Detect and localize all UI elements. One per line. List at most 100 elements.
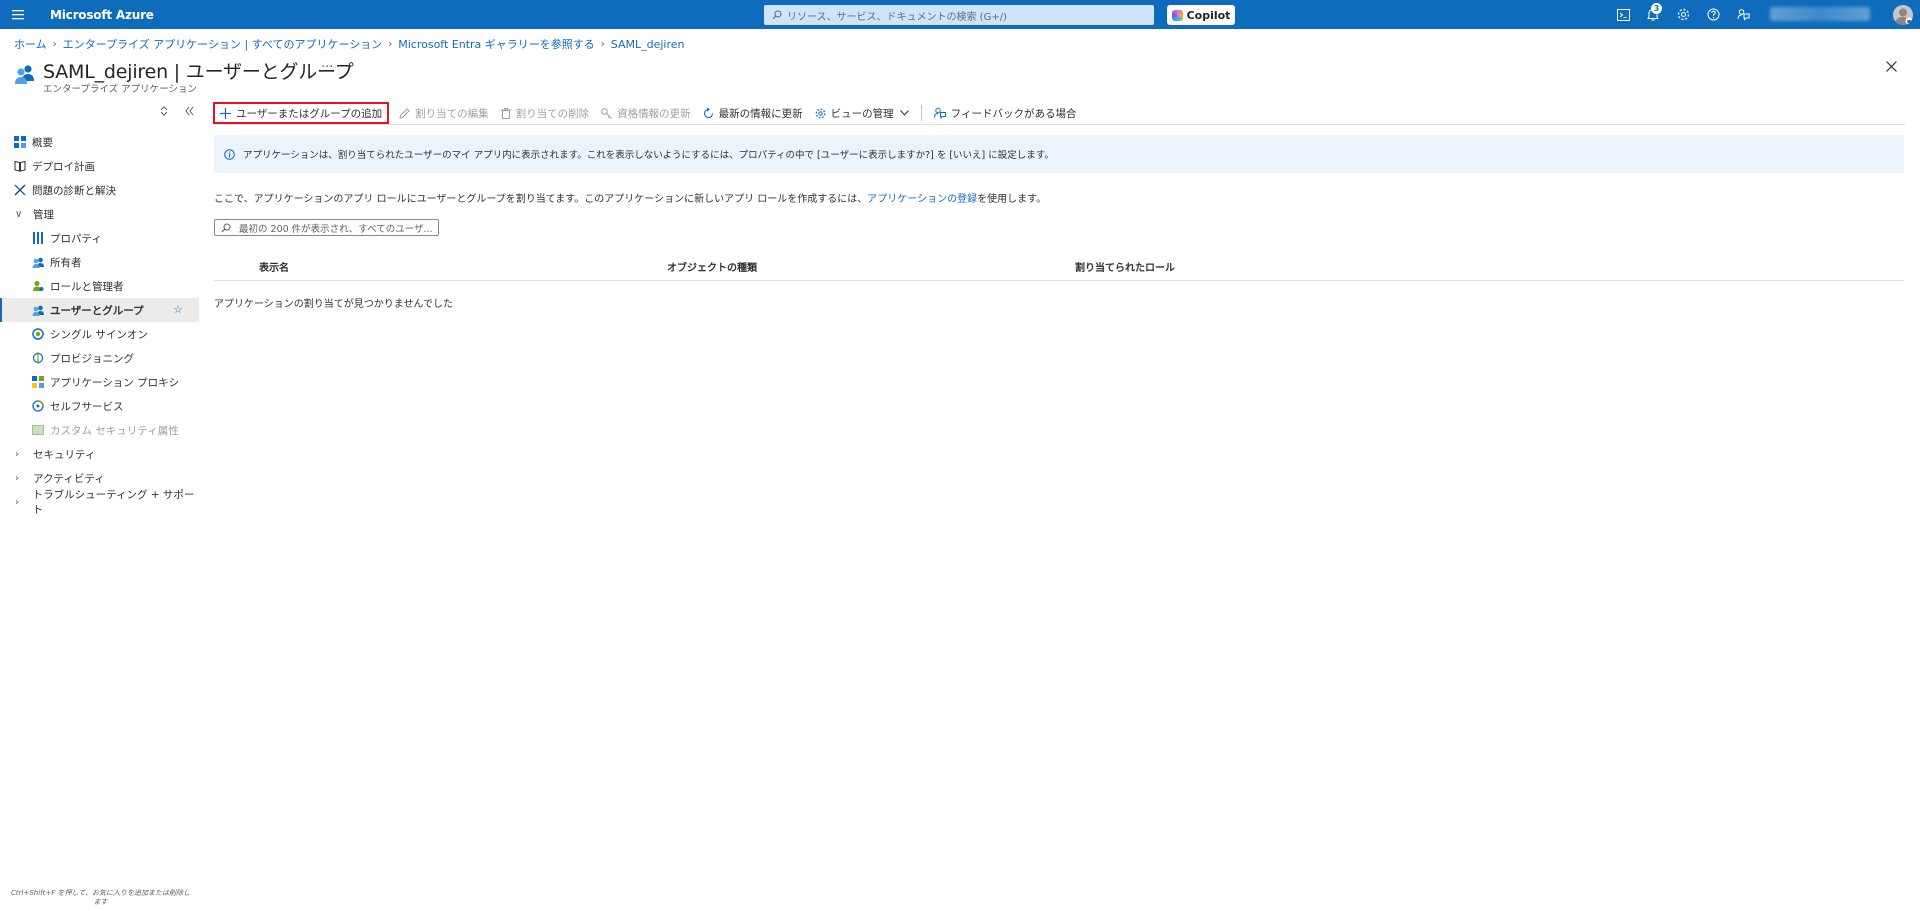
sidebar-item-owners[interactable]: 所有者	[0, 250, 199, 274]
breadcrumb-enterprise-apps[interactable]: エンタープライズ アプリケーション | すべてのアプリケーション	[63, 36, 383, 52]
sidebar-item-sso[interactable]: シングル サインオン	[0, 322, 199, 346]
sidebar-item-label: セルフサービス	[50, 400, 124, 413]
sidebar-item-label: 管理	[33, 208, 54, 221]
copilot-icon	[1171, 9, 1183, 21]
avatar[interactable]	[1893, 5, 1913, 25]
more-options-button[interactable]: ···	[321, 60, 333, 75]
edit-assignment-label: 割り当ての編集	[415, 107, 489, 120]
chevron-right-icon: ›	[52, 38, 57, 50]
properties-icon	[31, 231, 45, 245]
sidebar-item-app-proxy[interactable]: アプリケーション プロキシ	[0, 370, 199, 394]
info-icon	[224, 148, 235, 160]
search-icon	[221, 223, 231, 233]
menu-icon[interactable]	[0, 0, 36, 29]
page-title: SAML_dejiren | ユーザーとグループ	[43, 61, 354, 83]
app-proxy-icon	[31, 375, 45, 389]
key-icon	[601, 107, 613, 119]
update-credentials-button[interactable]: 資格情報の更新	[595, 102, 697, 124]
sidebar-item-self-service[interactable]: セルフサービス	[0, 394, 199, 418]
sidebar-item-properties[interactable]: プロパティ	[0, 226, 199, 250]
favorite-star-icon[interactable]: ☆	[173, 303, 183, 316]
sidebar-item-label: アクティビティ	[33, 472, 105, 485]
sidebar-item-overview[interactable]: 概要	[0, 130, 199, 154]
search-icon	[772, 10, 782, 20]
chevron-right-icon: ›	[15, 448, 19, 460]
remove-assignment-label: 割り当ての削除	[515, 107, 590, 120]
top-bar: Microsoft Azure リソース、サービス、ドキュメントの検索 (G+/…	[0, 0, 1920, 29]
brand-link[interactable]: Microsoft Azure	[50, 8, 154, 22]
cloud-shell-icon[interactable]	[1608, 0, 1638, 29]
chevron-right-icon: ›	[600, 38, 605, 50]
sidebar-item-label: シングル サインオン	[50, 328, 148, 341]
user-filter-input[interactable]: 最初の 200 件が表示され、すべてのユーザ...	[214, 219, 439, 236]
sidebar-item-users-groups[interactable]: ユーザーとグループ ☆	[0, 298, 199, 322]
sidebar-item-roles-admins[interactable]: ロールと管理者	[0, 274, 199, 298]
notification-count-badge: 3	[1651, 3, 1662, 14]
edit-assignment-button[interactable]: 割り当ての編集	[393, 102, 495, 124]
wrench-icon	[13, 183, 27, 197]
sidebar-item-diagnose[interactable]: 問題の診断と解決	[0, 178, 199, 202]
page-subtitle: エンタープライズ アプリケーション	[43, 84, 197, 95]
close-icon[interactable]	[1886, 61, 1897, 72]
sidebar-item-label: ユーザーとグループ	[50, 304, 144, 317]
global-search-input[interactable]: リソース、サービス、ドキュメントの検索 (G+/)	[764, 5, 1154, 25]
settings-gear-icon[interactable]	[1668, 0, 1698, 29]
chevron-right-icon: ›	[388, 38, 393, 50]
copilot-button[interactable]: Copilot	[1167, 5, 1235, 25]
owners-icon	[31, 255, 45, 269]
manage-view-button[interactable]: ビューの管理	[809, 102, 915, 124]
sidebar-item-custom-security-attributes: カスタム セキュリティ属性	[0, 418, 199, 442]
account-name[interactable]	[1770, 7, 1870, 21]
search-placeholder: リソース、サービス、ドキュメントの検索 (G+/)	[787, 11, 1007, 23]
copilot-label: Copilot	[1186, 8, 1231, 22]
breadcrumb-home[interactable]: ホーム	[14, 36, 47, 52]
expand-collapse-icon[interactable]	[160, 106, 168, 116]
manage-view-label: ビューの管理	[830, 107, 894, 120]
users-groups-icon	[31, 303, 45, 317]
add-user-group-button[interactable]: ユーザーまたはグループの追加	[213, 102, 390, 124]
sidebar-item-label: ロールと管理者	[50, 280, 124, 293]
feedback-person-icon	[933, 107, 946, 119]
breadcrumb-gallery[interactable]: Microsoft Entra ギャラリーを参照する	[398, 36, 595, 52]
sidebar-group-troubleshooting[interactable]: › トラブルシューティング + サポート	[0, 489, 199, 516]
sidebar-item-provisioning[interactable]: プロビジョニング	[0, 346, 199, 370]
help-icon[interactable]	[1698, 0, 1728, 29]
notifications-icon[interactable]: 3	[1638, 0, 1668, 29]
refresh-label: 最新の情報に更新	[718, 107, 803, 120]
sidebar-item-label: プロビジョニング	[50, 352, 134, 365]
feedback-button[interactable]: フィードバックがある場合	[928, 102, 1083, 124]
description-text-end: を使用します。	[977, 194, 1047, 205]
sidebar-item-label: デプロイ計画	[32, 160, 95, 173]
sidebar-item-label: 所有者	[50, 256, 82, 269]
security-attributes-icon	[31, 423, 45, 437]
info-banner-text: アプリケーションは、割り当てられたユーザーのマイ アプリ内に表示されます。これを…	[243, 150, 1054, 161]
sidebar-group-security[interactable]: › セキュリティ	[0, 442, 199, 466]
sidebar-group-manage[interactable]: ∨ 管理	[0, 202, 199, 226]
feedback-label: フィードバックがある場合	[950, 107, 1077, 120]
sidebar-item-deployment-plan[interactable]: デプロイ計画	[0, 154, 199, 178]
description-text: ここで、アプリケーションのアプリ ロールにユーザーとグループを割り当てます。この…	[214, 194, 868, 205]
command-bar: ユーザーまたはグループの追加 割り当ての編集 割り当ての削除 資格情報の更新 最…	[213, 102, 1905, 125]
remove-assignment-button[interactable]: 割り当ての削除	[495, 102, 596, 124]
empty-table-message: アプリケーションの割り当てが見つかりませんでした	[214, 299, 453, 310]
self-service-icon	[31, 399, 45, 413]
users-groups-icon	[14, 64, 36, 84]
breadcrumb-app[interactable]: SAML_dejiren	[611, 38, 685, 51]
trash-icon	[500, 107, 511, 119]
table-header: 表示名 オブジェクトの種類 割り当てられたロール	[214, 255, 1904, 281]
feedback-icon[interactable]	[1728, 0, 1758, 29]
book-icon	[13, 159, 27, 173]
column-header-object-type[interactable]: オブジェクトの種類	[667, 259, 757, 274]
sidebar-item-label: 概要	[32, 136, 53, 149]
provisioning-icon	[31, 351, 45, 365]
roles-icon	[31, 279, 45, 293]
column-header-display-name[interactable]: 表示名	[259, 259, 289, 274]
sidebar-item-label: カスタム セキュリティ属性	[50, 424, 179, 437]
refresh-button[interactable]: 最新の情報に更新	[697, 102, 809, 124]
collapse-sidebar-icon[interactable]	[185, 106, 194, 116]
app-registration-link[interactable]: アプリケーションの登録	[867, 194, 977, 205]
chevron-right-icon: ›	[15, 496, 19, 508]
column-header-assigned-role[interactable]: 割り当てられたロール	[1075, 259, 1175, 274]
sso-icon	[31, 327, 45, 341]
sidebar-item-label: プロパティ	[50, 232, 102, 245]
